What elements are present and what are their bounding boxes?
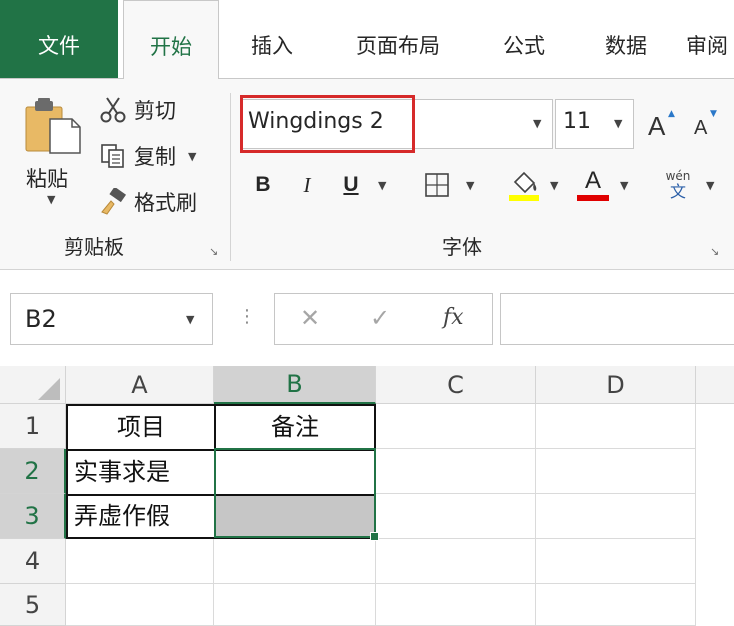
copy-button[interactable]: 复制 ▼ — [98, 139, 196, 173]
copy-icon — [98, 141, 128, 171]
paste-dropdown-icon[interactable]: ▼ — [47, 193, 55, 206]
font-color-button[interactable]: A — [576, 169, 610, 201]
borders-button[interactable] — [422, 169, 452, 201]
phonetic-guide-dropdown-icon[interactable]: ▼ — [706, 179, 714, 192]
worksheet-grid: A B C D 1 2 3 4 5 项目 备注 实事求是 弄虚作假 — [0, 366, 734, 626]
underline-button[interactable]: U — [340, 169, 362, 201]
copy-label: 复制 — [134, 145, 176, 169]
row-header-1[interactable]: 1 — [0, 404, 66, 449]
tab-page-layout[interactable]: 页面布局 — [332, 0, 464, 78]
tab-review[interactable]: 审阅 — [686, 0, 734, 78]
font-color-bar — [577, 195, 609, 201]
row-header-5[interactable]: 5 — [0, 584, 66, 626]
name-box-value: B2 — [25, 305, 57, 333]
select-all-corner[interactable] — [0, 366, 66, 404]
cell-c5[interactable] — [376, 584, 536, 626]
format-painter-icon — [98, 187, 128, 217]
italic-button[interactable]: I — [296, 169, 318, 201]
phonetic-guide-button[interactable]: wén 文 — [660, 169, 696, 201]
format-painter-button[interactable]: 格式刷 — [98, 185, 197, 219]
paste-icon[interactable] — [22, 97, 84, 155]
cell-a4[interactable] — [66, 539, 214, 584]
tab-data[interactable]: 数据 — [584, 0, 668, 78]
cell-a1[interactable]: 项目 — [66, 404, 216, 451]
phonetic-guide-bottom: 文 — [669, 182, 686, 201]
formula-bar: ⋮ — [0, 270, 734, 366]
underline-dropdown-icon[interactable]: ▼ — [378, 179, 386, 192]
cell-a3[interactable]: 弄虚作假 — [66, 494, 216, 539]
cell-c3[interactable] — [376, 494, 536, 539]
cut-label: 剪切 — [134, 99, 176, 123]
tab-formulas[interactable]: 公式 — [482, 0, 566, 78]
paste-button[interactable]: 粘贴 — [26, 163, 68, 193]
phonetic-guide-top: wén — [665, 169, 691, 183]
decrease-font-size-icon: ▼ — [710, 109, 717, 119]
column-header-c[interactable]: C — [376, 366, 536, 404]
tab-review-label: 审阅 — [686, 34, 728, 58]
font-size-dropdown-icon[interactable]: ▼ — [614, 117, 622, 130]
cell-d5[interactable] — [536, 584, 696, 626]
cell-c2[interactable] — [376, 449, 536, 494]
cell-a2[interactable]: 实事求是 — [66, 449, 216, 496]
cell-d4[interactable] — [536, 539, 696, 584]
ribbon-tab-bar: 文件 开始 插入 页面布局 公式 数据 审阅 — [0, 0, 734, 79]
fill-bucket-icon — [509, 171, 539, 201]
column-header-b[interactable]: B — [214, 366, 376, 404]
cell-b1[interactable]: 备注 — [214, 404, 376, 451]
cell-d1[interactable] — [536, 404, 696, 449]
fill-color-dropdown-icon[interactable]: ▼ — [550, 179, 558, 192]
column-header-d[interactable]: D — [536, 366, 696, 404]
cell-b3[interactable] — [214, 494, 376, 539]
decrease-font-size-button[interactable]: A — [694, 117, 707, 140]
formula-input[interactable] — [500, 293, 734, 345]
bold-button[interactable]: B — [252, 169, 274, 201]
column-header-a[interactable]: A — [66, 366, 214, 404]
fill-color-button[interactable] — [506, 169, 542, 201]
font-name-highlight-box — [240, 95, 415, 153]
clipboard-dialog-launcher-icon[interactable]: ↘ — [209, 245, 223, 259]
tab-file[interactable]: 文件 — [0, 0, 118, 78]
clipboard-group-label: 剪贴板 — [64, 235, 124, 259]
row-header-3[interactable]: 3 — [0, 494, 66, 539]
cell-b4[interactable] — [214, 539, 376, 584]
column-header-e[interactable] — [696, 366, 734, 404]
scissors-icon — [98, 95, 128, 125]
cancel-entry-icon[interactable]: ✕ — [300, 304, 320, 332]
confirm-entry-icon[interactable]: ✓ — [370, 304, 390, 332]
cut-button[interactable]: 剪切 — [98, 93, 176, 127]
cell-d2[interactable] — [536, 449, 696, 494]
tab-home[interactable]: 开始 — [123, 0, 219, 79]
font-color-dropdown-icon[interactable]: ▼ — [620, 179, 628, 192]
group-separator — [230, 93, 231, 261]
formula-bar-splitter-icon[interactable]: ⋮ — [238, 306, 256, 327]
cell-b2[interactable] — [214, 449, 376, 496]
increase-font-size-button[interactable]: A — [648, 111, 665, 142]
borders-dropdown-icon[interactable]: ▼ — [466, 179, 474, 192]
cell-c1[interactable] — [376, 404, 536, 449]
font-color-letter: A — [584, 167, 601, 194]
decrease-font-size-label: A — [694, 117, 708, 139]
fill-handle[interactable] — [370, 532, 379, 541]
select-all-icon — [38, 378, 60, 400]
borders-icon — [425, 173, 449, 197]
tab-insert[interactable]: 插入 — [230, 0, 314, 78]
row-header-2[interactable]: 2 — [0, 449, 66, 494]
font-group-label: 字体 — [442, 235, 482, 259]
format-painter-label: 格式刷 — [134, 191, 197, 215]
cell-a5[interactable] — [66, 584, 214, 626]
font-name-dropdown-icon[interactable]: ▼ — [533, 117, 541, 130]
font-dialog-launcher-icon[interactable]: ↘ — [710, 245, 724, 259]
copy-dropdown-icon[interactable]: ▼ — [188, 150, 196, 163]
row-header-4[interactable]: 4 — [0, 539, 66, 584]
cell-d3[interactable] — [536, 494, 696, 539]
name-box-dropdown-icon[interactable]: ▼ — [186, 313, 194, 326]
increase-font-size-label: A — [648, 111, 666, 141]
cell-c4[interactable] — [376, 539, 536, 584]
insert-function-icon[interactable]: fx — [443, 305, 464, 330]
font-size-value: 11 — [563, 109, 591, 134]
cell-b5[interactable] — [214, 584, 376, 626]
increase-font-size-icon: ▲ — [668, 109, 675, 119]
